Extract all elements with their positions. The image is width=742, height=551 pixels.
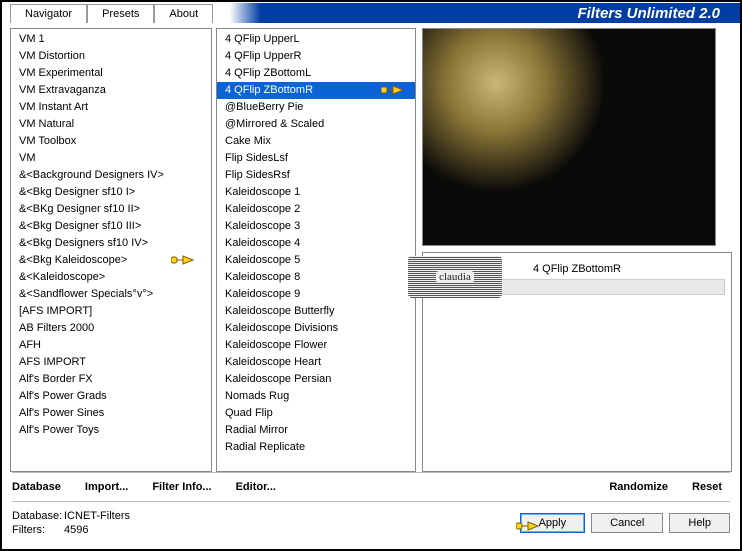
category-list[interactable]: VM 1VM DistortionVM ExperimentalVM Extra… (10, 28, 212, 472)
list-item[interactable]: @BlueBerry Pie (217, 99, 415, 116)
list-item[interactable]: Alf's Power Grads (11, 388, 211, 405)
app-title: Filters Unlimited 2.0 (577, 5, 720, 22)
list-item[interactable]: Kaleidoscope 4 (217, 235, 415, 252)
filter-info-button[interactable]: Filter Info... (152, 481, 211, 493)
list-item[interactable]: Kaleidoscope Heart (217, 354, 415, 371)
tab-presets[interactable]: Presets (87, 4, 154, 23)
list-item[interactable]: Kaleidoscope 9 (217, 286, 415, 303)
list-item[interactable]: Kaleidoscope 8 (217, 269, 415, 286)
list-item[interactable]: AFH (11, 337, 211, 354)
list-item[interactable]: Kaleidoscope 5 (217, 252, 415, 269)
list-item[interactable]: AFS IMPORT (11, 354, 211, 371)
list-item[interactable]: &<Bkg Designer sf10 III> (11, 218, 211, 235)
filters-value: 4596 (64, 524, 88, 536)
list-item[interactable]: Radial Replicate (217, 439, 415, 456)
list-item[interactable]: VM Toolbox (11, 133, 211, 150)
preview-image (422, 28, 716, 246)
list-item[interactable]: Kaleidoscope Persian (217, 371, 415, 388)
list-item[interactable]: VM Experimental (11, 65, 211, 82)
help-button[interactable]: Help (669, 513, 730, 533)
list-item[interactable]: Quad Flip (217, 405, 415, 422)
list-item[interactable]: &<Sandflower Specials°v°> (11, 286, 211, 303)
list-item[interactable]: AB Filters 2000 (11, 320, 211, 337)
cancel-button[interactable]: Cancel (591, 513, 663, 533)
tab-about[interactable]: About (154, 4, 213, 23)
list-item[interactable]: &<Bkg Designers sf10 IV> (11, 235, 211, 252)
preview-content (423, 29, 715, 245)
list-item[interactable]: &<Background Designers IV> (11, 167, 211, 184)
list-item[interactable]: VM Natural (11, 116, 211, 133)
list-item[interactable]: Kaleidoscope 2 (217, 201, 415, 218)
list-item[interactable]: Alf's Border FX (11, 371, 211, 388)
database-info: Database:ICNET-Filters Filters:4596 (12, 509, 130, 537)
footer: Database:ICNET-Filters Filters:4596 Appl… (2, 502, 740, 544)
list-item[interactable]: &<Kaleidoscope> (11, 269, 211, 286)
list-item[interactable]: Kaleidoscope Divisions (217, 320, 415, 337)
title-bar: Filters Unlimited 2.0 (219, 3, 740, 23)
list-item[interactable]: Alf's Power Toys (11, 422, 211, 439)
list-item[interactable]: Kaleidoscope 1 (217, 184, 415, 201)
db-value: ICNET-Filters (64, 510, 130, 522)
db-label: Database: (12, 509, 64, 523)
list-item[interactable]: &<Bkg Kaleidoscope> (11, 252, 211, 269)
list-item[interactable]: Kaleidoscope Butterfly (217, 303, 415, 320)
tab-navigator[interactable]: Navigator (10, 4, 87, 23)
list-item[interactable]: Alf's Power Sines (11, 405, 211, 422)
parameter-title: 4 QFlip ZBottomR (429, 257, 725, 277)
list-item[interactable]: 4 QFlip ZBottomR (217, 82, 415, 99)
list-item[interactable]: [AFS IMPORT] (11, 303, 211, 320)
tab-bar: Navigator Presets About (2, 4, 213, 23)
list-item[interactable]: Kaleidoscope Flower (217, 337, 415, 354)
main-area: VM 1VM DistortionVM ExperimentalVM Extra… (2, 24, 740, 472)
list-item[interactable]: VM Instant Art (11, 99, 211, 116)
list-item[interactable]: 4 QFlip ZBottomL (217, 65, 415, 82)
reset-button[interactable]: Reset (692, 481, 722, 493)
list-item[interactable]: Kaleidoscope 3 (217, 218, 415, 235)
list-item[interactable]: 4 QFlip UpperR (217, 48, 415, 65)
list-item[interactable]: Flip SidesRsf (217, 167, 415, 184)
parameters-panel: 4 QFlip ZBottomR (422, 252, 732, 472)
filters-label: Filters: (12, 523, 64, 537)
list-item[interactable]: VM Distortion (11, 48, 211, 65)
parameter-slider[interactable] (429, 279, 725, 295)
list-item[interactable]: VM (11, 150, 211, 167)
list-item[interactable]: VM 1 (11, 31, 211, 48)
list-item[interactable]: @Mirrored & Scaled (217, 116, 415, 133)
editor-button[interactable]: Editor... (236, 481, 276, 493)
list-item[interactable]: Cake Mix (217, 133, 415, 150)
action-row-1: Database Import... Filter Info... Editor… (2, 473, 740, 501)
import-button[interactable]: Import... (85, 481, 128, 493)
filter-list[interactable]: 4 QFlip UpperL4 QFlip UpperR4 QFlip ZBot… (216, 28, 416, 472)
list-item[interactable]: Radial Mirror (217, 422, 415, 439)
list-item[interactable]: Flip SidesLsf (217, 150, 415, 167)
right-panel: 4 QFlip ZBottomR (420, 28, 732, 472)
list-item[interactable]: VM Extravaganza (11, 82, 211, 99)
header: Navigator Presets About Filters Unlimite… (2, 2, 740, 24)
list-item[interactable]: 4 QFlip UpperL (217, 31, 415, 48)
list-item[interactable]: &<BKg Designer sf10 II> (11, 201, 211, 218)
list-item[interactable]: &<Bkg Designer sf10 I> (11, 184, 211, 201)
apply-button[interactable]: Apply (520, 513, 586, 533)
randomize-button[interactable]: Randomize (609, 481, 668, 493)
database-button[interactable]: Database (12, 481, 61, 493)
list-item[interactable]: Nomads Rug (217, 388, 415, 405)
